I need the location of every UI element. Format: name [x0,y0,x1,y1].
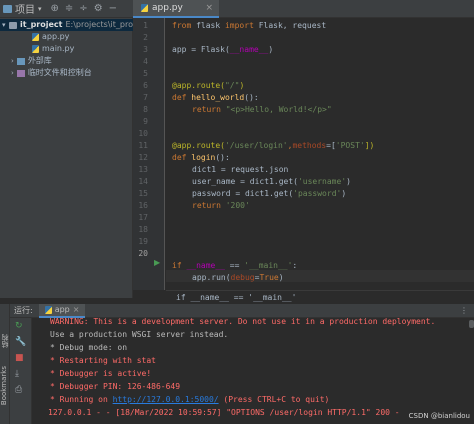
line-number: 6 [143,81,148,90]
folder-icon [8,21,17,29]
run-console[interactable]: WARNING: This is a development server. D… [32,318,474,424]
external-label: 外部库 [27,56,52,65]
collapse-icon[interactable]: ≑ [65,3,73,14]
console-scrollbar[interactable] [469,320,474,328]
code-line-15: password = dict1.get('password') [192,189,347,198]
project-header: 项目 ▾ ⊕ ≑ ÷ ⚙ − [0,0,133,18]
line-number: 3 [143,45,148,54]
code-line-7: def hello_world(): [172,93,259,102]
console-line: * Restarting with stat [50,356,156,365]
line-number: 18 [138,225,148,234]
scratches-icon [16,69,25,77]
bookmarks-tool-label[interactable]: Bookmarks [0,366,10,405]
console-line: WARNING: This is a development server. D… [50,318,436,326]
code-line-14: user_name = dict1.get('username') [192,177,351,186]
file-label: app.py [42,32,70,41]
close-icon[interactable]: × [205,3,213,13]
pin-icon[interactable]: ⤓ [15,369,19,379]
wrench-icon[interactable]: 🔧 [15,337,26,347]
print-icon[interactable]: ⎙ [15,385,22,395]
python-file-icon [141,4,148,12]
python-file-icon [32,33,39,41]
line-number: 14 [138,177,148,186]
chevron-down-icon[interactable]: ▾ [38,5,42,13]
line-number: 12 [138,153,148,162]
left-tool-strip: 结构 Bookmarks [0,304,10,424]
tree-external-libs[interactable]: › 外部库 [0,55,52,67]
root-path: E:\projects\it_pro [65,20,133,29]
chevron-down-icon[interactable]: ▾ [2,19,6,31]
line-number: 15 [138,189,148,198]
line-number: 11 [138,141,148,150]
line-number: 13 [138,165,148,174]
breadcrumb[interactable]: if __name__ == '__main__' [166,290,474,304]
line-number: 9 [143,117,148,126]
stop-icon[interactable]: ■ [15,353,24,363]
target-icon[interactable]: ⊕ [51,3,59,14]
code-line-20: app.run(debug=True) [192,273,284,282]
console-line: 127.0.0.1 - - [18/Mar/2022 10:59:57] "OP… [48,408,400,417]
scratches-label: 临时文件和控制台 [27,68,92,77]
watermark: CSDN @bianlidou [408,412,470,420]
code-lines[interactable]: from flask import Flask, request app = F… [166,18,474,290]
library-icon [16,57,25,65]
code-line-16: return '200' [192,201,250,210]
code-line-1: from flask import Flask, request [172,21,327,30]
expand-icon[interactable]: ÷ [79,3,87,14]
line-number: 19 [138,237,148,246]
line-number: 7 [143,93,148,102]
tree-scratches[interactable]: › 临时文件和控制台 [0,67,92,79]
tree-file-main[interactable]: main.py [0,43,74,55]
tree-root[interactable]: ▾ it_project E:\projects\it_pro [0,19,133,31]
file-label: main.py [42,44,75,53]
chevron-right-icon[interactable]: › [11,67,14,79]
code-line-13: dict1 = request.json [192,165,289,174]
project-view-icon[interactable] [3,4,12,13]
code-line-12: def login(): [172,153,230,162]
line-number: 4 [143,57,148,66]
python-file-icon [44,305,52,314]
python-file-icon [32,45,39,53]
console-line: * Running on http://127.0.0.1:5000/ (Pre… [50,395,330,404]
code-line-8: return "<p>Hello, World!</p>" [192,105,332,114]
minimize-icon[interactable]: − [109,3,117,14]
console-line: * Debugger PIN: 126-486-649 [50,382,181,391]
line-number: 17 [138,213,148,222]
editor-tab-bar: app.py × [133,0,474,18]
console-line: * Debugger is active! [50,369,152,378]
console-line: Use a production WSGI server instead. [50,330,229,339]
code-line-19: if __name__ == '__main__': [172,261,298,270]
run-label: 运行: [14,306,33,315]
tree-file-app[interactable]: app.py [0,31,69,43]
code-line-11: @app.route('/user/login',methods=['POST'… [172,141,375,150]
line-number: 8 [143,105,148,114]
line-number: 5 [143,69,148,78]
run-header: 运行: app × ⋮ [10,303,474,318]
project-header-label[interactable]: 项目 [15,1,35,16]
server-url-link[interactable]: http://127.0.0.1:5000/ [113,395,219,404]
root-name: it_project [20,20,63,29]
console-line: * Debug mode: on [50,343,128,352]
tab-label: app.py [152,3,183,13]
line-number: 20 [138,249,148,258]
rerun-icon[interactable]: ↻ [15,321,23,331]
close-icon[interactable]: × [73,305,80,314]
line-number: 16 [138,201,148,210]
code-line-3: app = Flask(__name__) [172,45,274,54]
structure-tool-label[interactable]: 结构 [0,334,10,348]
gear-icon[interactable]: ⚙ [94,3,103,14]
line-gutter: 1 2 3 4 5 6 7 8 9 10 11 12 13 14 15 16 17 18 19 20 [133,18,165,290]
chevron-right-icon[interactable]: › [11,55,14,67]
line-number: 10 [138,129,148,138]
run-tab-label: app [54,305,70,314]
run-toolbar: ↻ 🔧 ■ ⤓ ⎙ [10,318,32,424]
line-number: 1 [143,21,148,30]
line-number: 2 [143,33,148,42]
more-icon[interactable]: ⋮ [460,306,468,315]
run-tab-app[interactable]: app × [38,303,86,318]
code-line-6: @app.route("/") [172,81,245,90]
run-gutter-icon[interactable]: ▶ [154,258,160,267]
tab-app-py[interactable]: app.py × [133,0,219,18]
